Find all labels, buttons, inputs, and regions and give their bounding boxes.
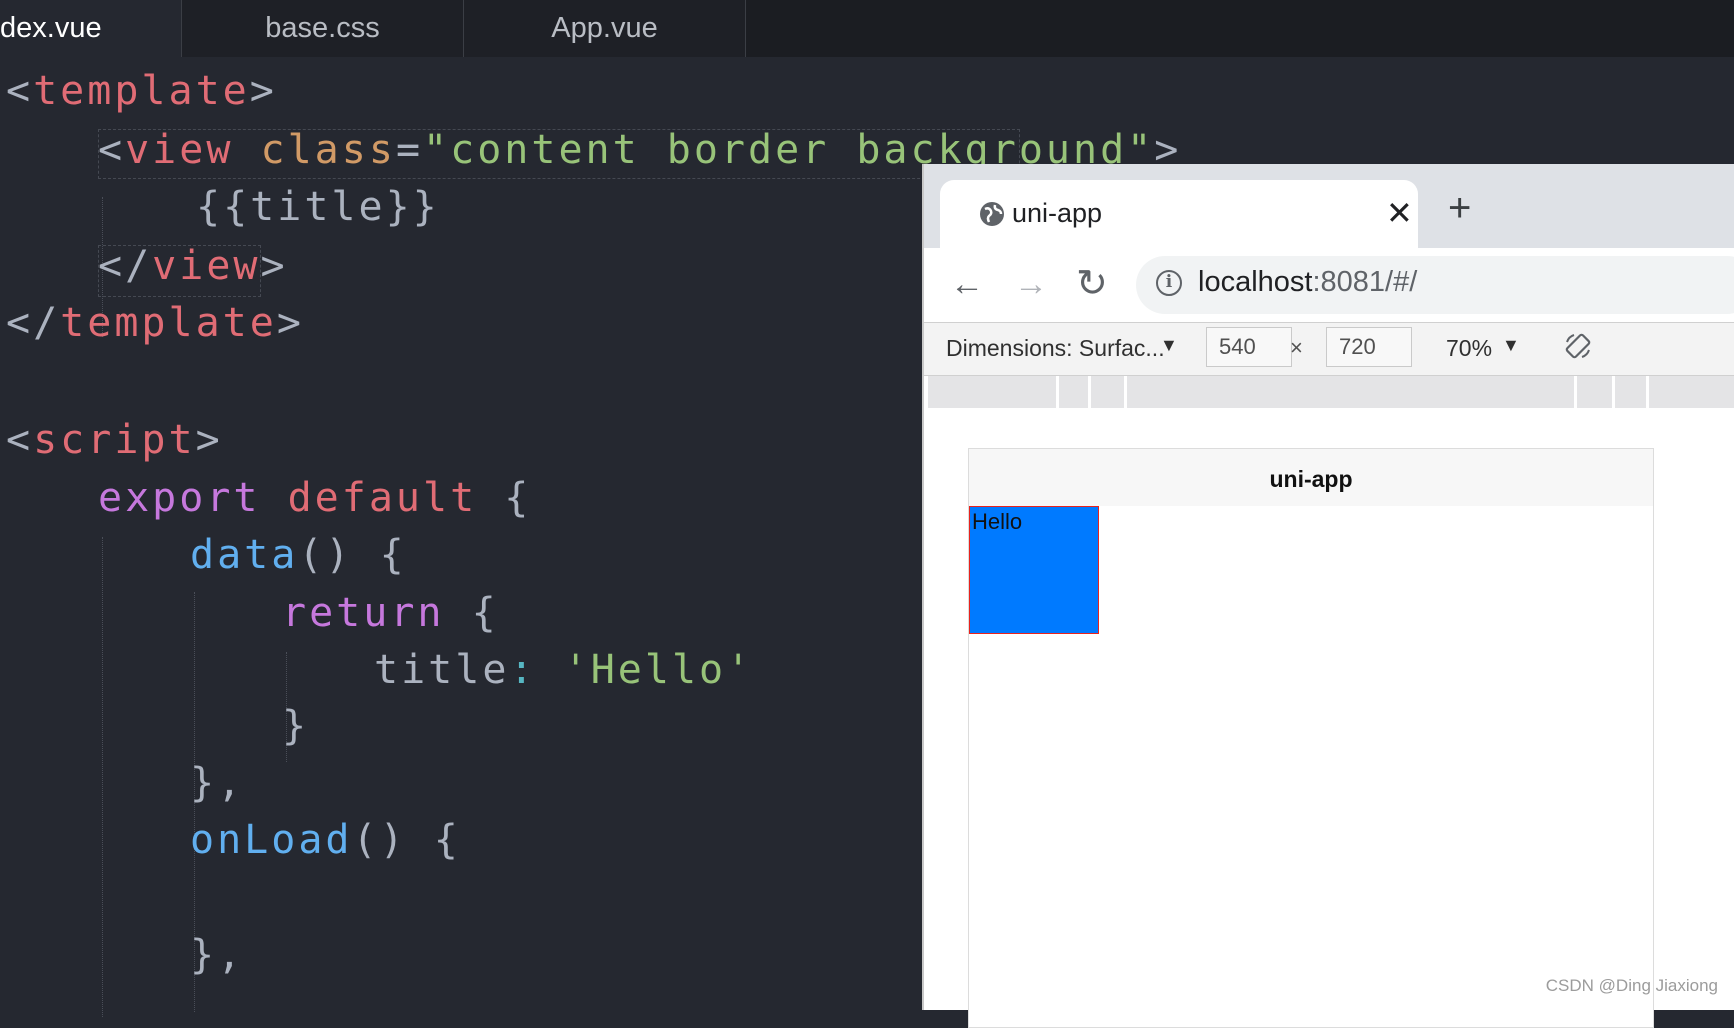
code-line-4: </view> [98, 243, 288, 289]
back-arrow-icon[interactable]: ← [950, 262, 984, 306]
code-line-1: <template> [6, 68, 277, 114]
dimensions-dropdown-icon[interactable]: ▼ [1160, 335, 1178, 356]
reload-icon[interactable]: ↻ [1076, 262, 1108, 306]
ruler-divider [1088, 376, 1091, 408]
dimensions-select[interactable]: Dimensions: Surfac... [946, 335, 1165, 362]
indent-guide [102, 537, 103, 1017]
ruler-divider [1574, 376, 1577, 408]
code-line-7: <script> [6, 417, 223, 463]
browser-window: uni-app ✕ + ← → ↻ i localhost:8081/#/ Di… [922, 164, 1734, 1028]
height-input[interactable]: 720 [1326, 327, 1412, 367]
close-tab-icon[interactable]: ✕ [1386, 190, 1413, 236]
device-frame: uni-app Hello [968, 448, 1654, 1028]
content-text: Hello [972, 509, 1023, 534]
zoom-select[interactable]: 70% [1446, 335, 1492, 362]
editor-tab-bar: dex.vue base.css App.vue [0, 0, 1734, 57]
forward-arrow-icon[interactable]: → [1014, 262, 1048, 306]
code-line-8: export default { [98, 475, 532, 521]
info-icon[interactable]: i [1156, 270, 1182, 296]
code-line-9: data() { [190, 532, 407, 578]
code-line-3: {{title}} [196, 184, 440, 230]
tab-index-vue[interactable]: dex.vue [0, 0, 182, 57]
tab-app-vue[interactable]: App.vue [464, 0, 746, 57]
code-line-16: }, [190, 932, 245, 978]
tab-base-css[interactable]: base.css [182, 0, 464, 57]
page-title: uni-app [969, 449, 1653, 506]
url-text: localhost:8081/#/ [1198, 266, 1418, 298]
code-line-11: title: 'Hello' [374, 647, 754, 693]
ruler-divider [1056, 376, 1059, 408]
zoom-dropdown-icon[interactable]: ▼ [1502, 335, 1520, 356]
new-tab-icon[interactable]: + [1448, 186, 1471, 230]
code-line-5: </template> [6, 300, 304, 346]
address-bar[interactable]: i localhost:8081/#/ [1136, 256, 1734, 314]
device-toolbar: Dimensions: Surfac... ▼ 540 × 720 70% ▼ [924, 322, 1734, 376]
tab-label: base.css [265, 12, 380, 44]
width-input[interactable]: 540 [1206, 327, 1292, 367]
browser-toolbar: ← → ↻ i localhost:8081/#/ [924, 248, 1734, 322]
browser-tab[interactable]: uni-app ✕ [940, 180, 1418, 248]
code-line-12: } [282, 703, 310, 749]
browser-tab-title: uni-app [1012, 198, 1103, 228]
ruler-divider [1646, 376, 1649, 408]
code-line-10: return { [282, 590, 499, 636]
code-line-14: onLoad() { [190, 817, 461, 863]
watermark: CSDN @Ding Jiaxiong [1545, 976, 1718, 995]
tab-label: App.vue [551, 12, 658, 44]
rotate-icon[interactable] [1564, 332, 1592, 360]
ruler-divider [1612, 376, 1615, 408]
times-icon: × [1290, 335, 1303, 360]
browser-tab-strip: uni-app ✕ + [924, 164, 1734, 248]
code-line-13: }, [190, 760, 245, 806]
content-view: Hello [969, 506, 1099, 634]
page-viewport: uni-app Hello [924, 408, 1734, 1028]
globe-icon [980, 202, 1004, 226]
ruler-divider [1124, 376, 1127, 408]
media-query-ruler[interactable] [928, 376, 1734, 408]
code-editor[interactable]: <template> <view class="content border b… [0, 57, 1178, 1017]
tab-label: dex.vue [0, 12, 102, 44]
